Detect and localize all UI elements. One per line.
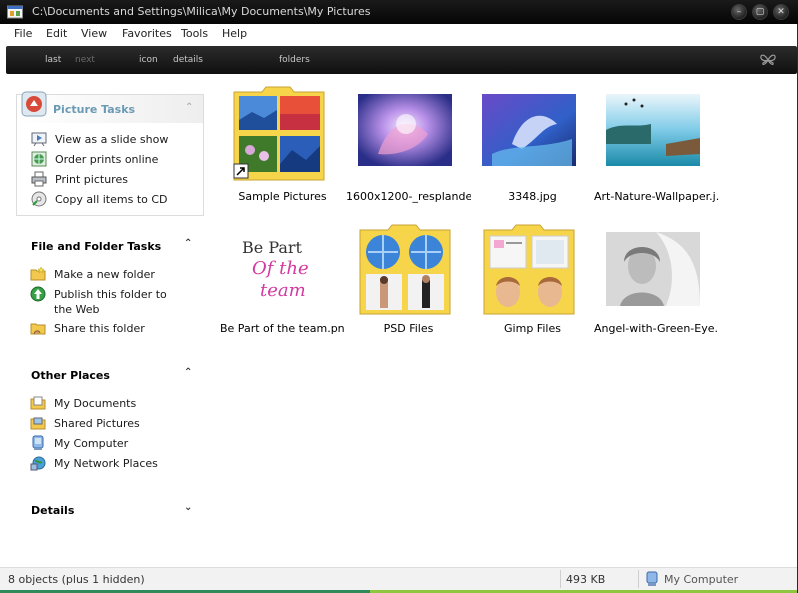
image-thumbnail [606, 94, 700, 166]
menu-edit[interactable]: Edit [46, 27, 67, 40]
menu-file[interactable]: File [14, 27, 32, 40]
maximize-button[interactable]: ▢ [752, 4, 768, 20]
menu-view[interactable]: View [81, 27, 107, 40]
file-name: Angel-with-Green-Eye... [594, 322, 719, 335]
details-title[interactable]: Details [31, 504, 74, 517]
file-item[interactable]: 3348.jpg [470, 82, 595, 203]
image-text-line: Be Part [242, 238, 302, 257]
image-text-line: Of the [252, 258, 309, 279]
file-list-view: Sample Pictures 1600x1200-_resplande... … [212, 74, 797, 567]
status-object-count: 8 objects (plus 1 hidden) [8, 573, 145, 586]
status-separator [560, 570, 561, 588]
image-thumbnail [358, 94, 452, 166]
folder-thumbnail-icon [233, 86, 325, 181]
collapse-chevron-icon[interactable]: ⌃ [184, 367, 192, 378]
menu-favorites[interactable]: Favorites [122, 27, 172, 40]
collapse-chevron-icon[interactable]: ⌃ [184, 238, 192, 249]
my-computer-icon [32, 435, 44, 450]
picture-tasks-icon [21, 91, 47, 117]
window-title: C:\Documents and Settings\Milica\My Docu… [32, 5, 371, 18]
picture-tasks-title: Picture Tasks [53, 103, 136, 116]
status-location: My Computer [664, 573, 739, 586]
image-thumbnail [606, 232, 700, 306]
file-name: PSD Files [383, 322, 434, 335]
file-name: 1600x1200-_resplande... [346, 190, 471, 203]
forward-button[interactable]: next [75, 55, 95, 65]
folder-window-icon [7, 5, 23, 19]
file-item[interactable]: Be Part Of the team Be Part of the team.… [220, 224, 345, 344]
status-separator [638, 570, 639, 588]
title-bar[interactable]: C:\Documents and Settings\Milica\My Docu… [0, 0, 798, 24]
status-bar: 8 objects (plus 1 hidden) 493 KB My Comp… [0, 567, 797, 593]
folder-thumbnail-icon [483, 224, 575, 315]
image-thumbnail [482, 94, 576, 166]
back-button[interactable]: last [45, 55, 61, 65]
task-label: Make a new folder [54, 268, 155, 281]
menu-tools[interactable]: Tools [181, 27, 208, 40]
file-item[interactable]: 1600x1200-_resplande... [346, 82, 471, 203]
image-text-line: team [260, 280, 306, 301]
file-item[interactable]: Art-Nature-Wallpaper.j... [594, 82, 719, 203]
place-label: My Computer [54, 437, 129, 450]
image-thumbnail: Be Part Of the team [232, 232, 326, 314]
publish-web-icon [30, 286, 46, 302]
maximize-icon: ▢ [755, 7, 765, 17]
file-name: 3348.jpg [508, 190, 557, 203]
other-places-title[interactable]: Other Places [31, 369, 110, 382]
file-item[interactable]: Angel-with-Green-Eye... [594, 224, 719, 344]
place-label: My Network Places [54, 457, 158, 470]
shared-pictures-icon [30, 417, 46, 430]
minimize-button[interactable]: – [731, 4, 747, 20]
folder-thumbnail-icon [359, 224, 451, 315]
task-pane: Picture Tasks ⌃ View as a slide show Ord… [6, 74, 212, 567]
share-folder-icon [30, 323, 46, 335]
close-icon: ✕ [777, 7, 785, 17]
toolbar: last next icon details folders [6, 46, 797, 74]
task-label: Publish this folder to the Web [54, 288, 167, 316]
menu-help[interactable]: Help [222, 27, 247, 40]
globe-prints-icon [31, 151, 47, 167]
picture-tasks-panel: Picture Tasks ⌃ View as a slide show Ord… [16, 91, 204, 216]
network-places-icon [30, 456, 46, 471]
new-folder-icon [30, 266, 46, 281]
expand-chevron-icon[interactable]: ⌄ [184, 502, 192, 513]
place-label: Shared Pictures [54, 417, 140, 430]
printer-icon [31, 171, 47, 187]
file-item[interactable]: Sample Pictures [220, 82, 345, 203]
file-name: Art-Nature-Wallpaper.j... [594, 190, 719, 203]
menu-bar: File Edit View Favorites Tools Help [0, 24, 797, 44]
file-item[interactable]: PSD Files [346, 224, 471, 344]
status-size: 493 KB [566, 573, 606, 586]
butterfly-icon[interactable] [759, 52, 777, 68]
minimize-icon: – [736, 7, 742, 17]
task-label: Share this folder [54, 322, 145, 335]
task-label: Order prints online [55, 153, 159, 166]
picture-tasks-header[interactable]: Picture Tasks ⌃ [17, 91, 203, 123]
cd-icon [31, 191, 47, 207]
slideshow-icon [31, 132, 47, 147]
explorer-window: C:\Documents and Settings\Milica\My Docu… [0, 0, 798, 593]
details-button[interactable]: details [173, 55, 203, 65]
place-label: My Documents [54, 397, 137, 410]
folders-button[interactable]: folders [279, 55, 310, 65]
task-label: View as a slide show [55, 133, 169, 146]
file-name: Sample Pictures [238, 190, 327, 203]
views-button[interactable]: icon [139, 55, 158, 65]
task-label: Print pictures [55, 173, 128, 186]
close-button[interactable]: ✕ [773, 4, 789, 20]
collapse-chevron-icon[interactable]: ⌃ [185, 102, 193, 113]
my-documents-icon [30, 396, 46, 410]
my-computer-icon [646, 571, 658, 586]
task-label: Copy all items to CD [55, 193, 168, 206]
file-name: Gimp Files [504, 322, 561, 335]
file-folder-tasks-title[interactable]: File and Folder Tasks [31, 240, 161, 253]
file-name: Be Part of the team.png [220, 322, 345, 335]
file-item[interactable]: Gimp Files [470, 224, 595, 344]
